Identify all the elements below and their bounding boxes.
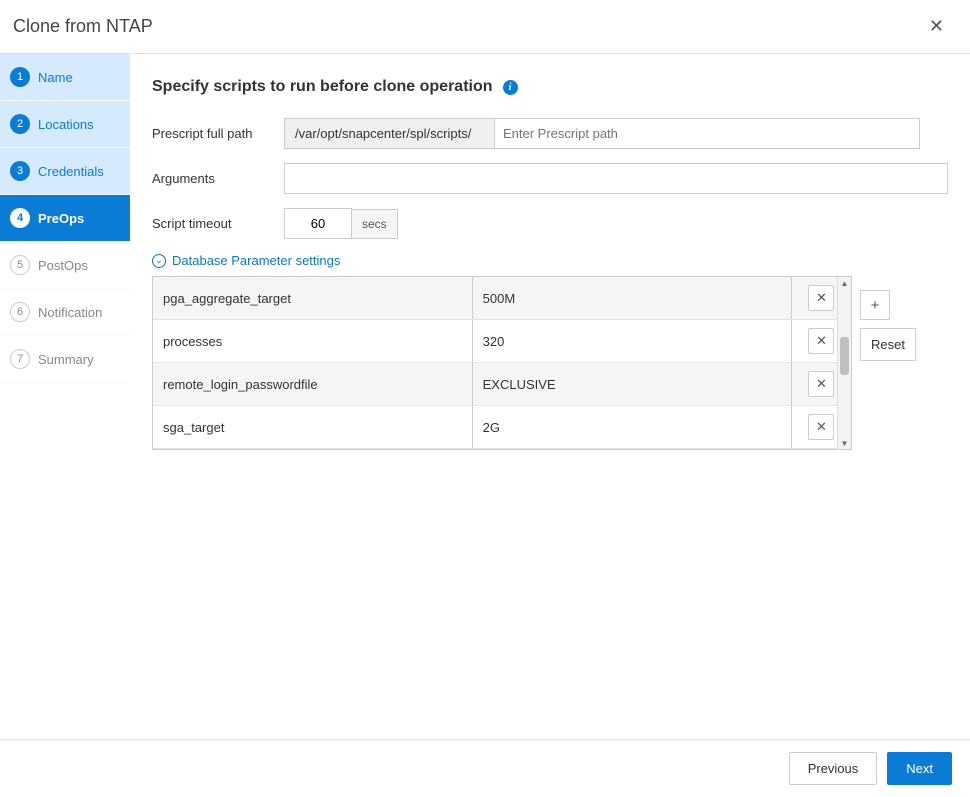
param-value[interactable]: 500M — [472, 277, 791, 320]
scroll-up-icon[interactable]: ▲ — [838, 277, 851, 289]
step-name[interactable]: 1 Name — [0, 54, 130, 101]
next-button[interactable]: Next — [887, 752, 952, 785]
delete-row-button[interactable]: ✕ — [808, 328, 834, 354]
dialog-header: Clone from NTAP ✕ — [0, 0, 970, 54]
table-row: remote_login_passwordfile EXCLUSIVE ✕ — [153, 363, 851, 406]
step-number: 5 — [10, 255, 30, 275]
step-label: Notification — [38, 305, 102, 320]
dialog-footer: Previous Next — [0, 739, 970, 797]
timeout-input[interactable] — [284, 208, 352, 239]
delete-row-button[interactable]: ✕ — [808, 285, 834, 311]
param-name[interactable]: processes — [153, 320, 472, 363]
step-number: 3 — [10, 161, 30, 181]
step-label: PreOps — [38, 211, 84, 226]
param-name[interactable]: pga_aggregate_target — [153, 277, 472, 320]
prescript-path-prefix: /var/opt/snapcenter/spl/scripts/ — [284, 118, 494, 149]
param-name[interactable]: remote_login_passwordfile — [153, 363, 472, 406]
previous-button[interactable]: Previous — [789, 752, 878, 785]
table-row: sga_target 2G ✕ — [153, 406, 851, 449]
step-number: 2 — [10, 114, 30, 134]
chevron-down-icon: ⌄ — [152, 254, 166, 268]
step-number: 4 — [10, 208, 30, 228]
main-panel: Specify scripts to run before clone oper… — [130, 54, 970, 754]
db-params-table: pga_aggregate_target 500M ✕ processes 32… — [152, 276, 852, 450]
table-row: pga_aggregate_target 500M ✕ — [153, 277, 851, 320]
step-notification[interactable]: 6 Notification — [0, 289, 130, 336]
step-preops[interactable]: 4 PreOps — [0, 195, 130, 242]
param-value[interactable]: 320 — [472, 320, 791, 363]
step-number: 6 — [10, 302, 30, 322]
param-value[interactable]: 2G — [472, 406, 791, 449]
arguments-label: Arguments — [152, 171, 284, 186]
prescript-label: Prescript full path — [152, 126, 284, 141]
scrollbar[interactable]: ▲ ▼ — [837, 277, 851, 449]
dialog-title: Clone from NTAP — [13, 16, 153, 37]
timeout-unit: secs — [352, 209, 398, 239]
prescript-path-input[interactable] — [494, 118, 920, 149]
wizard-sidebar: 1 Name 2 Locations 3 Credentials 4 PreOp… — [0, 54, 130, 754]
step-label: Summary — [38, 352, 94, 367]
step-summary[interactable]: 7 Summary — [0, 336, 130, 383]
scroll-thumb[interactable] — [840, 337, 849, 375]
arguments-input[interactable] — [284, 163, 948, 194]
heading-text: Specify scripts to run before clone oper… — [152, 78, 493, 96]
db-params-toggle[interactable]: ⌄ Database Parameter settings — [152, 253, 948, 268]
db-params-title: Database Parameter settings — [172, 253, 340, 268]
timeout-label: Script timeout — [152, 216, 284, 231]
info-icon[interactable]: i — [503, 80, 518, 95]
delete-row-button[interactable]: ✕ — [808, 371, 834, 397]
section-heading: Specify scripts to run before clone oper… — [152, 78, 948, 96]
step-label: Locations — [38, 117, 94, 132]
reset-params-button[interactable]: Reset — [860, 328, 916, 361]
delete-row-button[interactable]: ✕ — [808, 414, 834, 440]
step-credentials[interactable]: 3 Credentials — [0, 148, 130, 195]
close-icon[interactable]: ✕ — [923, 14, 950, 39]
step-label: Name — [38, 70, 73, 85]
param-name[interactable]: sga_target — [153, 406, 472, 449]
table-row: processes 320 ✕ — [153, 320, 851, 363]
step-number: 7 — [10, 349, 30, 369]
scroll-down-icon[interactable]: ▼ — [838, 437, 851, 449]
step-locations[interactable]: 2 Locations — [0, 101, 130, 148]
step-label: PostOps — [38, 258, 88, 273]
step-postops[interactable]: 5 PostOps — [0, 242, 130, 289]
param-value[interactable]: EXCLUSIVE — [472, 363, 791, 406]
step-number: 1 — [10, 67, 30, 87]
add-param-button[interactable]: + — [860, 290, 890, 320]
step-label: Credentials — [38, 164, 104, 179]
